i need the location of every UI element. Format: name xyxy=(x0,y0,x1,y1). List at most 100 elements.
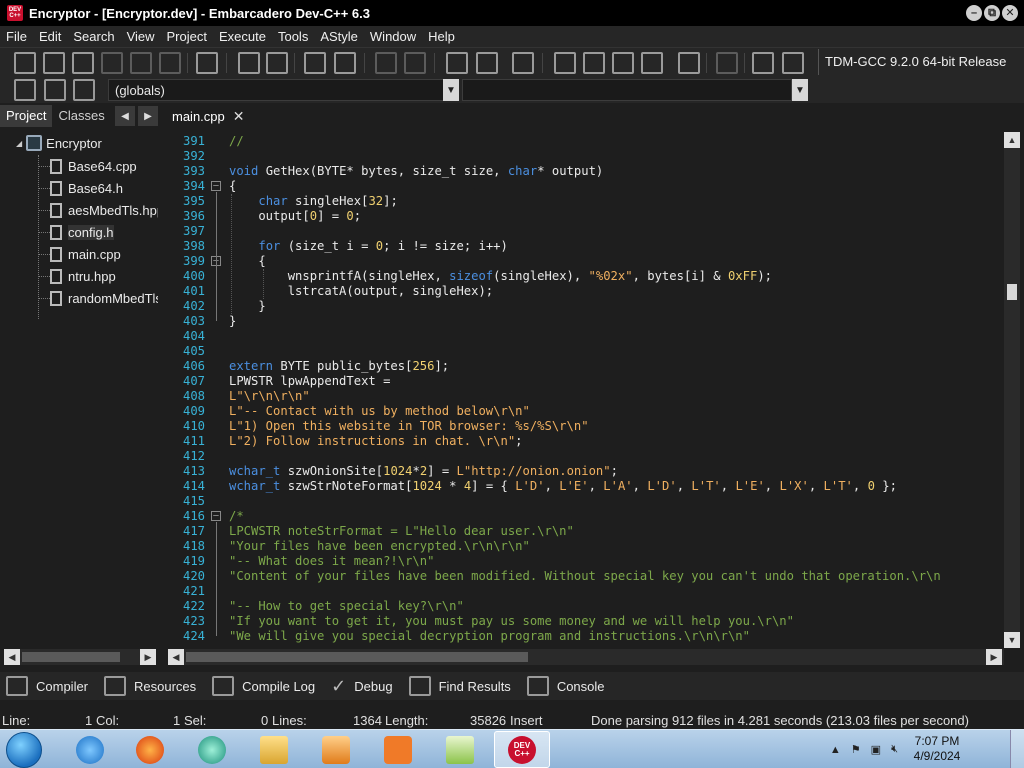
indent-icon[interactable] xyxy=(304,52,326,74)
compile-run-icon[interactable] xyxy=(612,52,634,74)
save-all-icon[interactable] xyxy=(101,52,123,74)
tab-console[interactable]: Console xyxy=(526,676,605,696)
scroll-left-icon[interactable]: ◀ xyxy=(168,649,184,665)
fold-toggle-icon[interactable]: – xyxy=(211,181,221,191)
code-line[interactable]: 413 wchar_t szwOnionSite[1024*2] = L"http… xyxy=(165,464,1005,479)
run-icon[interactable] xyxy=(583,52,605,74)
code-line[interactable]: 402 } xyxy=(165,299,1005,314)
menu-search[interactable]: Search xyxy=(67,29,120,44)
unindent-icon[interactable] xyxy=(334,52,356,74)
stop-icon[interactable] xyxy=(716,52,738,74)
compiler-select[interactable]: TDM-GCC 9.2.0 64-bit Release xyxy=(818,49,1024,75)
code-line[interactable]: 417 LPCWSTR noteStrFormat = L"Hello dear … xyxy=(165,524,1005,539)
menu-edit[interactable]: Edit xyxy=(33,29,67,44)
function-dropdown-icon[interactable]: ▼ xyxy=(792,79,808,101)
network-icon[interactable]: ▣ xyxy=(871,743,881,756)
delete-profile-icon[interactable] xyxy=(782,52,804,74)
tab-project[interactable]: Project xyxy=(0,105,53,127)
menu-view[interactable]: View xyxy=(121,29,161,44)
tab-main-cpp[interactable]: main.cpp ✕ xyxy=(166,105,250,128)
tree-hscrollbar[interactable]: ◀ ▶ xyxy=(4,649,156,665)
close-window-button[interactable]: ✕ xyxy=(1002,5,1018,21)
tab-find-results[interactable]: Find Results xyxy=(408,676,511,696)
code-line[interactable]: 412 xyxy=(165,449,1005,464)
code-line[interactable]: 423 "If you want to get it, you must pay … xyxy=(165,614,1005,629)
code-line[interactable]: 398 for (size_t i = 0; i != size; i++) xyxy=(165,239,1005,254)
code-line[interactable]: 397 xyxy=(165,224,1005,239)
new-file-icon[interactable] xyxy=(14,52,36,74)
chat-app-icon[interactable] xyxy=(184,731,240,768)
code-line[interactable]: 403} xyxy=(165,314,1005,329)
tab-compile-log[interactable]: Compile Log xyxy=(212,676,315,696)
fold-toggle-icon[interactable]: – xyxy=(211,511,221,521)
editor-vscrollbar[interactable]: ▲ ▼ xyxy=(1004,132,1020,648)
tree-file-ntru[interactable]: ntru.hpp xyxy=(38,265,116,287)
tab-debug[interactable]: ✓ Debug xyxy=(331,676,392,697)
code-line[interactable]: 421 xyxy=(165,584,1005,599)
tree-file-base64-h[interactable]: Base64.h xyxy=(38,177,123,199)
restore-button[interactable]: ⧉ xyxy=(984,5,1000,21)
minimize-button[interactable]: – xyxy=(966,5,982,21)
code-line[interactable]: 396 output[0] = 0; xyxy=(165,209,1005,224)
menu-tools[interactable]: Tools xyxy=(272,29,314,44)
editor-hscrollbar[interactable]: ◀ ▶ xyxy=(168,649,1004,665)
code-line[interactable]: 405 xyxy=(165,344,1005,359)
code-line[interactable]: 408 L"\r\n\r\n" xyxy=(165,389,1005,404)
tree-file-aes[interactable]: aesMbedTls.hpp xyxy=(38,199,158,221)
chevron-right-icon[interactable]: ▶ xyxy=(138,106,158,126)
tree-file-main-cpp[interactable]: main.cpp xyxy=(38,243,121,265)
media-player-icon[interactable] xyxy=(308,731,364,768)
tree-file-config-h[interactable]: config.h xyxy=(38,221,114,243)
code-line[interactable]: 392 xyxy=(165,149,1005,164)
check-icon[interactable] xyxy=(678,52,700,74)
vscroll-thumb[interactable] xyxy=(1007,284,1017,300)
code-line[interactable]: 420 "Content of your files have been modi… xyxy=(165,569,1005,584)
menu-astyle[interactable]: AStyle xyxy=(314,29,364,44)
code-line[interactable]: 406 extern BYTE public_bytes[256]; xyxy=(165,359,1005,374)
code-line[interactable]: 404 xyxy=(165,329,1005,344)
scroll-thumb[interactable] xyxy=(22,652,120,662)
notepad-plus-icon[interactable] xyxy=(432,731,488,768)
code-line[interactable]: 416–/* xyxy=(165,509,1005,524)
print-icon[interactable] xyxy=(196,52,218,74)
code-editor[interactable]: 391 // 392 393 void GetHex(BYTE* bytes, size… xyxy=(165,132,1005,648)
code-line[interactable]: 415 xyxy=(165,494,1005,509)
start-button[interactable] xyxy=(6,732,42,768)
code-line[interactable]: 414 wchar_t szwStrNoteFormat[1024 * 4] = … xyxy=(165,479,1005,494)
menu-project[interactable]: Project xyxy=(161,29,213,44)
file-explorer-icon[interactable] xyxy=(246,731,302,768)
code-line[interactable]: 395 char singleHex[32]; xyxy=(165,194,1005,209)
compile-icon[interactable] xyxy=(554,52,576,74)
code-line[interactable]: 409 L"-- Contact with us by method below\… xyxy=(165,404,1005,419)
menu-help[interactable]: Help xyxy=(422,29,461,44)
bookmark-goto-icon[interactable] xyxy=(73,79,95,101)
code-line[interactable]: 407 LPWSTR lpwAppendText = xyxy=(165,374,1005,389)
scroll-right-icon[interactable]: ▶ xyxy=(140,649,156,665)
code-line[interactable]: 411 L"2) Follow instructions in chat. \r\… xyxy=(165,434,1005,449)
add-to-project-icon[interactable] xyxy=(14,79,36,101)
hscroll-thumb[interactable] xyxy=(186,652,528,662)
code-line[interactable]: 394–{ xyxy=(165,179,1005,194)
rebuild-icon[interactable] xyxy=(641,52,663,74)
code-line[interactable]: 424 "We will give you special decryption … xyxy=(165,629,1005,644)
scroll-up-icon[interactable]: ▲ xyxy=(1004,132,1020,148)
code-line[interactable]: 400 wnsprintfA(singleHex, sizeof(singleH… xyxy=(165,269,1005,284)
code-line[interactable]: 401 lstrcatA(output, singleHex); xyxy=(165,284,1005,299)
tab-resources[interactable]: Resources xyxy=(104,676,196,696)
tray-expand-icon[interactable]: ▲ xyxy=(830,744,841,756)
save-icon[interactable] xyxy=(72,52,94,74)
tree-file-random[interactable]: randomMbedTls.hpp xyxy=(38,287,158,309)
code-line[interactable]: 391 // xyxy=(165,134,1005,149)
comment-icon[interactable] xyxy=(512,52,534,74)
volume-muted-icon[interactable]: 🔇︎ xyxy=(891,743,898,756)
xampp-icon[interactable] xyxy=(370,731,426,768)
goto-bookmark-icon[interactable] xyxy=(476,52,498,74)
undo-icon[interactable] xyxy=(375,52,397,74)
close-icon[interactable] xyxy=(130,52,152,74)
menu-file[interactable]: File xyxy=(0,29,33,44)
scope-dropdown-icon[interactable]: ▼ xyxy=(443,79,459,101)
flag-icon[interactable]: ⚑ xyxy=(851,743,861,756)
menu-execute[interactable]: Execute xyxy=(213,29,272,44)
code-line[interactable]: 399– { xyxy=(165,254,1005,269)
code-line[interactable]: 419 "-- What does it mean?!\r\n" xyxy=(165,554,1005,569)
